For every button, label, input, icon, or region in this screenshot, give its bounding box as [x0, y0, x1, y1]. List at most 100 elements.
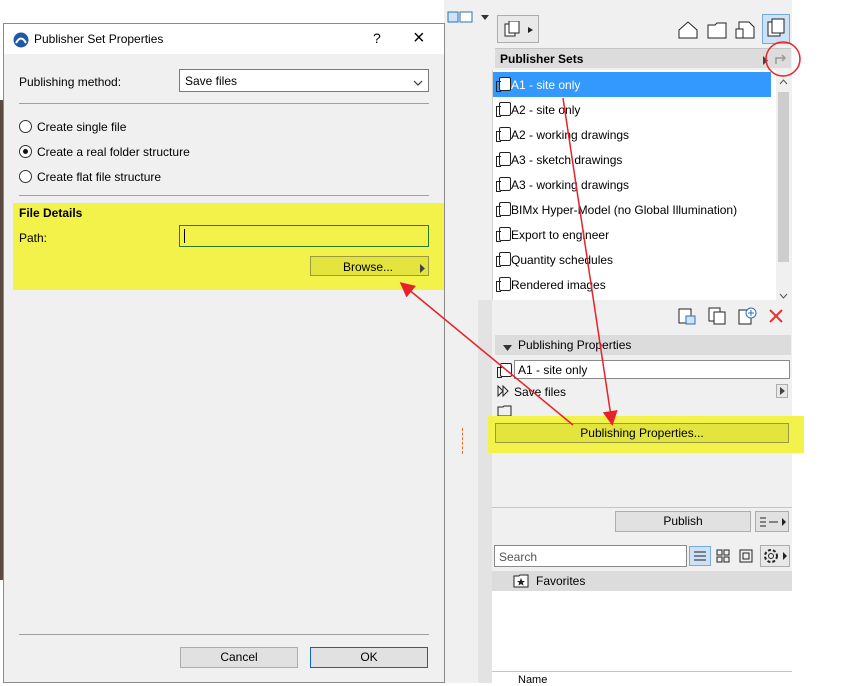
browse-button[interactable]: Browse...: [310, 256, 429, 276]
save-files-label: Save files: [514, 385, 567, 399]
option-label: Create a real folder structure: [37, 145, 190, 159]
option-create-real-folder-structure[interactable]: Create a real folder structure: [19, 145, 219, 161]
publishing-properties-header[interactable]: Publishing Properties: [495, 335, 791, 355]
option-label: Create flat file structure: [37, 170, 162, 184]
layout-book-icon[interactable]: [762, 14, 790, 44]
publisher-sets-heading: Publisher Sets: [500, 52, 584, 66]
caret-right-icon: [420, 262, 426, 273]
list-item[interactable]: Export to engineer: [493, 222, 771, 247]
publisher-set-properties-dialog: Publisher Set Properties ? × Publishing …: [3, 23, 445, 683]
search-input[interactable]: Search: [494, 545, 687, 567]
list-item[interactable]: A2 - site only: [493, 97, 771, 122]
document-set-icon: [496, 277, 511, 292]
document-set-icon: [496, 252, 511, 267]
radio-button[interactable]: [19, 170, 32, 183]
set-label: A2 - working drawings: [511, 128, 630, 142]
help-icon[interactable]: ?: [373, 30, 381, 46]
path-label: Path:: [19, 231, 48, 245]
browse-label: Browse...: [343, 260, 394, 274]
set-name-value: A1 - site only: [518, 363, 588, 377]
list-item[interactable]: BIMx Hyper-Model (no Global Illumination…: [493, 197, 771, 222]
scroll-down-icon[interactable]: [779, 288, 788, 302]
publishing-properties-button-label: Publishing Properties...: [580, 426, 704, 440]
list-item[interactable]: Quantity schedules: [493, 247, 771, 272]
publish-options-button[interactable]: [755, 511, 789, 532]
set-label: Rendered images: [511, 278, 606, 292]
close-icon[interactable]: ×: [413, 26, 425, 50]
publishing-properties-highlight: Publishing Properties...: [488, 416, 804, 453]
list-item-selected[interactable]: A1 - site only: [493, 72, 771, 97]
duplicate-set-icon[interactable]: [707, 306, 727, 326]
set-label: A1 - site only: [511, 78, 581, 92]
document-set-icon: [496, 227, 511, 242]
house-icon[interactable]: [677, 20, 699, 40]
publishing-method-label: Publishing method:: [19, 75, 122, 89]
view-map-icon[interactable]: [773, 52, 789, 66]
list-item[interactable]: A2 - working drawings: [493, 122, 771, 147]
dialog-title-bar[interactable]: Publisher Set Properties ? ×: [4, 24, 444, 54]
collapse-triangle-icon[interactable]: [503, 341, 512, 355]
delete-icon[interactable]: [768, 308, 784, 324]
set-name-field[interactable]: A1 - site only: [514, 360, 790, 379]
tab-icons-strip[interactable]: [446, 8, 476, 26]
radio-button-selected[interactable]: [19, 145, 32, 158]
add-set-icon[interactable]: [737, 306, 757, 326]
fast-forward-icon: [497, 384, 511, 398]
set-label: A3 - sketch drawings: [511, 153, 623, 167]
ok-button[interactable]: OK: [310, 647, 428, 668]
app-icon: [13, 32, 29, 48]
set-label: Quantity schedules: [511, 253, 614, 267]
path-input[interactable]: [179, 225, 429, 247]
caret-right-icon[interactable]: [763, 54, 769, 65]
splitter-marker[interactable]: [462, 428, 468, 454]
favorites-list: [492, 591, 792, 671]
search-placeholder: Search: [499, 550, 538, 564]
document-set-icon: [496, 77, 511, 92]
scroll-up-icon[interactable]: [779, 74, 788, 88]
publish-label: Publish: [663, 514, 703, 528]
text-caret: [184, 229, 185, 243]
scrollbar[interactable]: [776, 70, 791, 300]
ok-label: OK: [360, 650, 378, 664]
list-item[interactable]: A3 - sketch drawings: [493, 147, 771, 172]
settings-gear-icon[interactable]: [760, 545, 790, 567]
option-create-flat-file-structure[interactable]: Create flat file structure: [19, 170, 219, 186]
document-set-icon: [496, 102, 511, 117]
list-item[interactable]: Rendered images: [493, 272, 771, 297]
document-set-icon: [497, 363, 512, 378]
folder-icon[interactable]: [706, 20, 728, 40]
name-column-label: Name: [518, 674, 548, 686]
file-details-highlight: File Details Path: Browse...: [13, 203, 444, 290]
publishing-properties-button[interactable]: Publishing Properties...: [495, 423, 789, 443]
new-set-icon[interactable]: [677, 306, 697, 326]
publishing-method-value: Save files: [185, 74, 238, 88]
list-item[interactable]: A3 - working drawings: [493, 172, 771, 197]
document-set-icon: [496, 152, 511, 167]
set-label: A2 - site only: [511, 103, 581, 117]
option-create-single-file[interactable]: Create single file: [19, 120, 219, 136]
caret-right-icon[interactable]: [776, 384, 788, 398]
grid-view-icon[interactable]: [714, 547, 732, 565]
option-label: Create single file: [37, 120, 127, 134]
divider: [492, 507, 792, 508]
document-set-icon: [496, 127, 511, 142]
publish-button[interactable]: Publish: [615, 511, 751, 532]
list-view-icon[interactable]: [689, 546, 711, 566]
file-details-heading: File Details: [19, 206, 83, 220]
preview-icon[interactable]: [737, 547, 755, 565]
publishing-properties-heading: Publishing Properties: [518, 338, 632, 352]
page-icon[interactable]: [735, 20, 757, 40]
publisher-menu-button[interactable]: [497, 15, 539, 43]
document-set-icon: [496, 177, 511, 192]
favorites-header[interactable]: Favorites: [492, 571, 792, 591]
name-column-header[interactable]: Name: [492, 671, 792, 686]
publisher-sets-list: A1 - site only A2 - site only A2 - worki…: [492, 70, 791, 300]
publishing-method-select[interactable]: Save files: [179, 69, 429, 92]
dialog-title: Publisher Set Properties: [34, 32, 164, 46]
caret-down-icon[interactable]: [480, 12, 490, 22]
chevron-down-icon: [413, 76, 423, 86]
cancel-button[interactable]: Cancel: [180, 647, 298, 668]
radio-button[interactable]: [19, 120, 32, 133]
scrollbar-thumb[interactable]: [778, 92, 789, 262]
set-label: BIMx Hyper-Model (no Global Illumination…: [511, 203, 738, 217]
